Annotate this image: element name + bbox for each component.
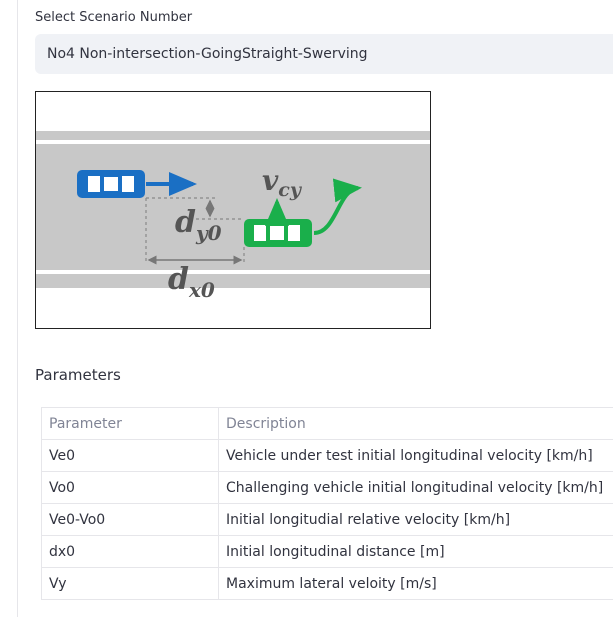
table-row: Vy Maximum lateral veloity [m/s]: [41, 567, 613, 600]
parameter-cell: Vo0: [41, 471, 219, 504]
description-cell: Challenging vehicle initial longitudinal…: [218, 471, 613, 504]
page-left-divider: [17, 0, 18, 617]
lane-line-bottom: [36, 270, 430, 274]
parameters-heading: Parameters: [35, 366, 121, 384]
parameter-cell: Vy: [41, 567, 219, 600]
column-header-parameter: Parameter: [41, 407, 219, 440]
road-surface: [36, 131, 430, 288]
green-car-icon: [244, 219, 312, 247]
description-cell: Vehicle under test initial longitudinal …: [218, 439, 613, 472]
parameters-table: Parameter Description Ve0 Vehicle under …: [41, 407, 613, 600]
scenario-diagram-svg: vcy dy0 dx0: [36, 131, 430, 302]
blue-car-icon: [77, 170, 145, 198]
parameter-cell: Ve0: [41, 439, 219, 472]
parameter-cell: dx0: [41, 535, 219, 568]
column-header-description: Description: [218, 407, 613, 440]
description-cell: Maximum lateral veloity [m/s]: [218, 567, 613, 600]
table-row: Ve0-Vo0 Initial longitudial relative vel…: [41, 503, 613, 536]
scenario-diagram: vcy dy0 dx0: [35, 91, 431, 329]
scenario-select-label: Select Scenario Number: [35, 10, 193, 25]
description-cell: Initial longitudial relative velocity [k…: [218, 503, 613, 536]
table-header-row: Parameter Description: [41, 407, 613, 440]
lane-line-top: [36, 140, 430, 144]
scenario-select[interactable]: No4 Non-intersection-GoingStraight-Swerv…: [35, 34, 613, 74]
table-row: dx0 Initial longitudinal distance [m]: [41, 535, 613, 568]
parameter-cell: Ve0-Vo0: [41, 503, 219, 536]
table-row: Vo0 Challenging vehicle initial longitud…: [41, 471, 613, 504]
scenario-select-value: No4 Non-intersection-GoingStraight-Swerv…: [47, 46, 368, 62]
description-cell: Initial longitudinal distance [m]: [218, 535, 613, 568]
table-row: Ve0 Vehicle under test initial longitudi…: [41, 439, 613, 472]
